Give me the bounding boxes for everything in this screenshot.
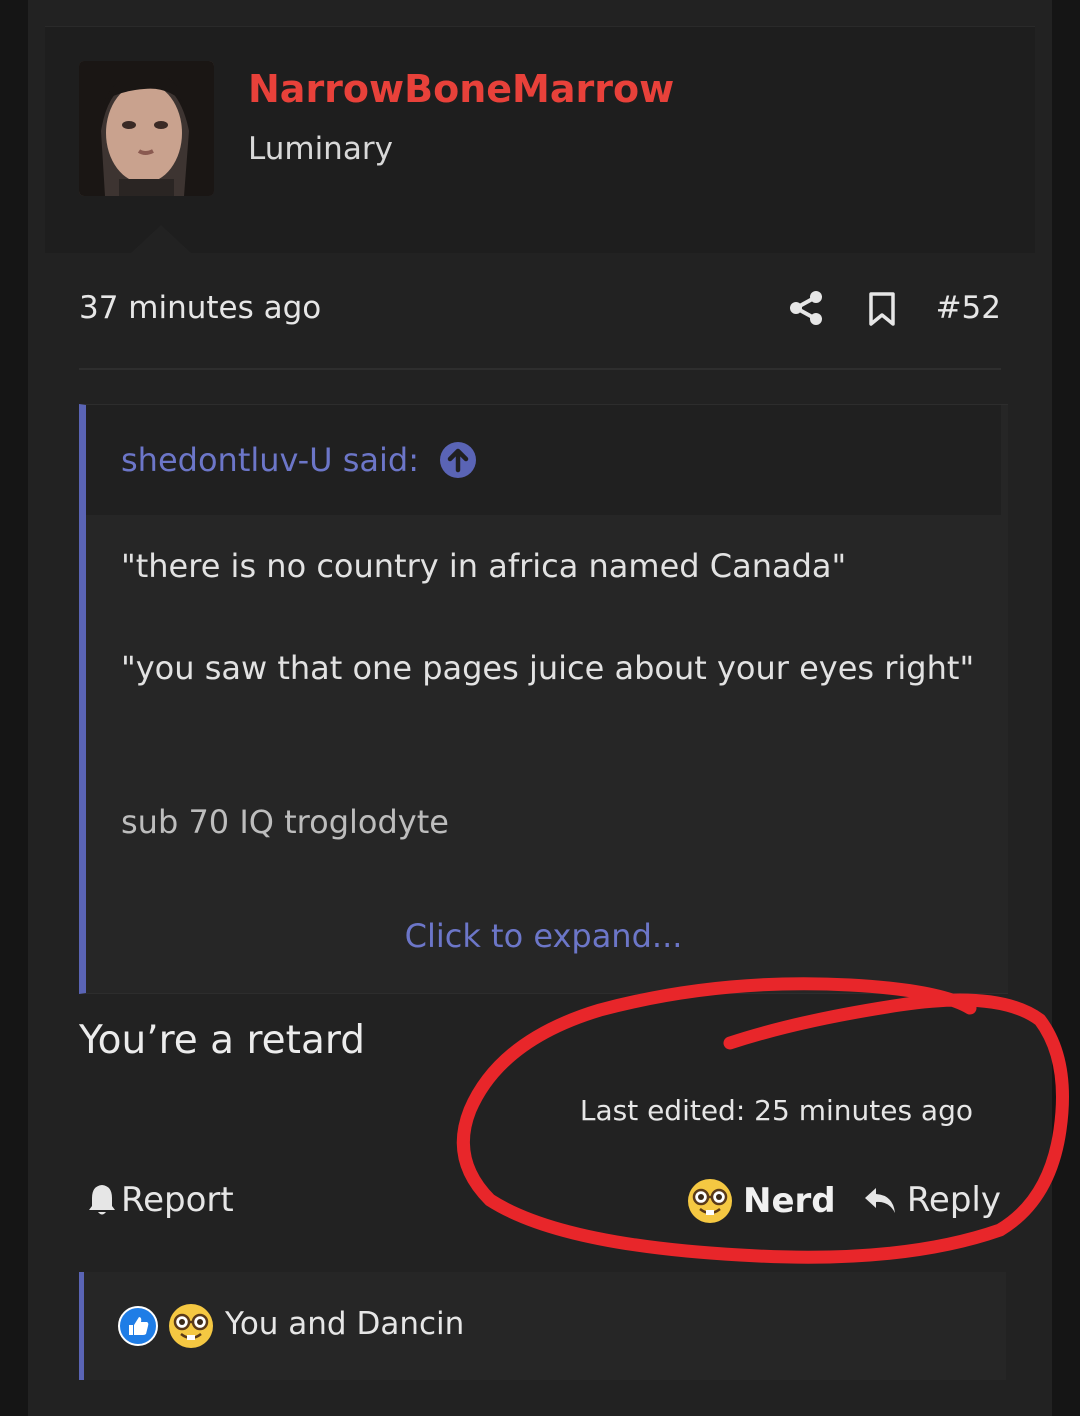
report-button[interactable]: Report	[87, 1180, 234, 1220]
report-label: Report	[121, 1180, 234, 1220]
user-info-block: NarrowBoneMarrow Luminary	[45, 26, 1035, 253]
share-icon[interactable]	[789, 290, 823, 326]
divider	[79, 368, 1001, 370]
quote-author-link[interactable]: shedontluv-U said:	[121, 441, 419, 479]
post-timestamp[interactable]: 37 minutes ago	[79, 290, 321, 326]
bell-icon	[89, 1185, 115, 1215]
quote-line: "there is no country in africa named Can…	[121, 547, 847, 585]
reactions-bar[interactable]: You and Dancin	[79, 1272, 1006, 1380]
nerd-emoji-icon	[688, 1179, 732, 1223]
post-meta-row: 37 minutes ago #52	[79, 288, 1001, 332]
user-block-pointer	[131, 225, 191, 253]
avatar[interactable]	[79, 61, 214, 196]
user-title: Luminary	[248, 131, 393, 167]
post-body-text: You’re a retard	[79, 1018, 365, 1063]
quote-line: "you saw that one pages juice about your…	[121, 649, 975, 687]
nerd-reaction-button[interactable]: Nerd	[687, 1178, 836, 1224]
nerd-emoji-icon	[169, 1304, 213, 1348]
quote-line: sub 70 IQ troglodyte	[121, 803, 449, 841]
post-container: NarrowBoneMarrow Luminary 37 minutes ago…	[28, 0, 1052, 1416]
reply-arrow-icon	[864, 1188, 895, 1213]
quote-jump-icon[interactable]	[439, 441, 477, 479]
quote-block: shedontluv-U said: "there is no country …	[79, 404, 1008, 994]
reactions-summary[interactable]: You and Dancin	[225, 1306, 464, 1342]
like-icon	[118, 1306, 158, 1346]
nerd-label: Nerd	[743, 1181, 836, 1221]
quote-header: shedontluv-U said:	[86, 405, 1001, 515]
username[interactable]: NarrowBoneMarrow	[248, 67, 674, 111]
bookmark-icon[interactable]	[867, 292, 897, 326]
post-number-link[interactable]: #52	[936, 290, 1001, 326]
click-to-expand-link[interactable]: Click to expand...	[86, 917, 1001, 955]
reply-label: Reply	[906, 1180, 1001, 1220]
reply-button[interactable]: Reply	[863, 1180, 1001, 1220]
post-actions: Report Nerd Reply	[79, 1174, 1001, 1230]
last-edited-text: Last edited: 25 minutes ago	[579, 1094, 973, 1127]
